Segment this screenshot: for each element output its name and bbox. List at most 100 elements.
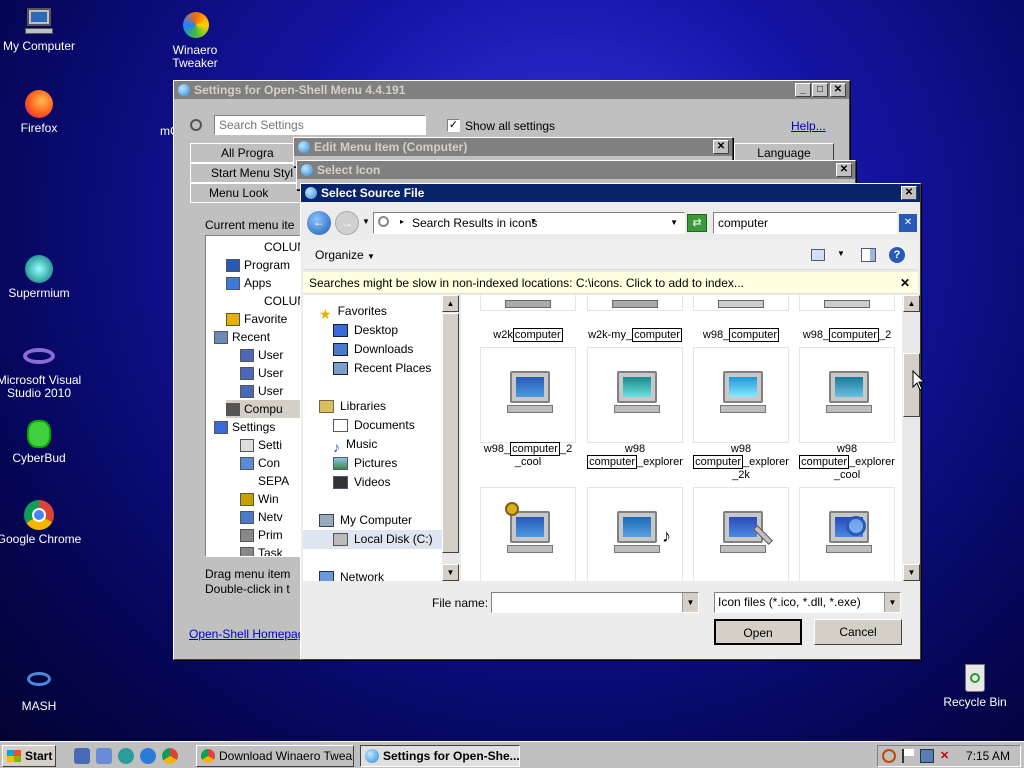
- close-button[interactable]: ✕: [836, 163, 852, 177]
- nav-favorites[interactable]: ★ Favorites: [319, 302, 387, 322]
- tree-item[interactable]: Task: [240, 544, 283, 556]
- nav-pictures[interactable]: Pictures: [333, 454, 397, 473]
- show-desktop-icon[interactable]: [74, 748, 90, 764]
- settings-title-bar[interactable]: Settings for Open-Shell Menu 4.4.191 _ □…: [174, 81, 849, 99]
- nav-documents[interactable]: Documents: [333, 416, 415, 435]
- scroll-down-icon[interactable]: ▼: [442, 564, 459, 581]
- info-close-icon[interactable]: ✕: [900, 272, 910, 294]
- desktop-icon-cyberbud[interactable]: CyberBud: [0, 418, 84, 465]
- network-tray-icon[interactable]: [920, 749, 934, 763]
- desktop-icon-recycle-bin[interactable]: Recycle Bin: [930, 662, 1020, 709]
- scroll-thumb[interactable]: [442, 313, 459, 553]
- desktop-icon-supermium[interactable]: Supermium: [0, 253, 84, 300]
- view-dropdown-icon[interactable]: ▼: [837, 249, 845, 258]
- open-button[interactable]: Open: [714, 619, 802, 645]
- nav-music[interactable]: ♪ Music: [333, 435, 377, 455]
- show-all-checkbox[interactable]: ✓: [447, 119, 460, 132]
- tree-item[interactable]: Program: [226, 256, 290, 274]
- tree-item[interactable]: Compu: [226, 400, 304, 418]
- scroll-up-icon[interactable]: ▲: [442, 295, 459, 312]
- nav-local-disk[interactable]: Local Disk (C:): [303, 530, 443, 549]
- info-bar[interactable]: Searches might be slow in non-indexed lo…: [303, 272, 918, 294]
- clear-search-icon[interactable]: ✕: [899, 214, 917, 232]
- tree-item[interactable]: Prim: [240, 526, 283, 544]
- breadcrumb[interactable]: Search Results in icons: [412, 216, 537, 230]
- view-icon[interactable]: [811, 249, 825, 261]
- tree-item[interactable]: Favorite: [226, 310, 287, 328]
- nav-downloads[interactable]: Downloads: [333, 340, 413, 359]
- nav-my-computer[interactable]: My Computer: [319, 511, 412, 530]
- navigation-pane[interactable]: ★ Favorites Desktop Downloads Recent Plac…: [303, 295, 459, 581]
- address-bar[interactable]: ▸ Search Results in icons ▼ ▼: [373, 212, 685, 234]
- nav-libraries[interactable]: Libraries: [319, 397, 386, 416]
- close-button[interactable]: ✕: [830, 83, 846, 97]
- close-button[interactable]: ✕: [901, 186, 917, 200]
- breadcrumb-dropdown-icon[interactable]: ▼: [530, 218, 537, 225]
- back-button[interactable]: ←: [307, 211, 331, 235]
- tree-item[interactable]: Settings: [214, 418, 275, 436]
- tab-start-menu-style[interactable]: Start Menu Styl: [190, 163, 310, 183]
- flag-tray-icon[interactable]: [902, 749, 914, 763]
- file-name-input[interactable]: ▼: [491, 592, 699, 613]
- tree-item[interactable]: SEPA: [240, 472, 289, 490]
- nav-videos[interactable]: Videos: [333, 473, 390, 492]
- file-tile[interactable]: [693, 347, 789, 443]
- organize-button[interactable]: Organize ▼: [315, 248, 375, 262]
- nav-network[interactable]: Network: [319, 568, 384, 581]
- tab-menu-look[interactable]: Menu Look: [190, 183, 310, 203]
- file-tile[interactable]: [480, 295, 576, 311]
- tree-item[interactable]: Con: [240, 454, 280, 472]
- start-button[interactable]: Start: [2, 745, 56, 767]
- tree-item[interactable]: COLUM: [246, 292, 304, 310]
- desktop-icon-mash[interactable]: MASH: [0, 666, 84, 713]
- taskbar-item-winaero[interactable]: Download Winaero Twea...: [196, 745, 354, 767]
- tree-item[interactable]: Apps: [226, 274, 271, 292]
- explorer-icon[interactable]: [96, 748, 112, 764]
- file-type-select[interactable]: Icon files (*.ico, *.dll, *.exe) ▼: [714, 592, 901, 613]
- search-settings-input[interactable]: [214, 115, 426, 135]
- chrome-quicklaunch-icon[interactable]: [162, 748, 178, 764]
- desktop-icon-visual-studio[interactable]: Microsoft Visual Studio 2010: [0, 340, 84, 400]
- nav-recent[interactable]: Recent Places: [333, 359, 431, 378]
- file-tile[interactable]: [799, 295, 895, 311]
- tree-item[interactable]: User: [240, 346, 283, 364]
- taskbar-item-settings[interactable]: Settings for Open-She...: [360, 745, 520, 767]
- file-name-dropdown-icon[interactable]: ▼: [682, 593, 698, 612]
- clock[interactable]: 7:15 AM: [966, 749, 1010, 763]
- file-tile[interactable]: [799, 487, 895, 581]
- help-icon[interactable]: ?: [889, 247, 905, 263]
- homepage-link[interactable]: Open-Shell Homepag: [189, 627, 304, 641]
- desktop-icon-my-computer[interactable]: My Computer: [0, 6, 84, 53]
- tree-item[interactable]: User: [240, 382, 283, 400]
- maximize-button[interactable]: □: [812, 83, 828, 97]
- tab-all-programs[interactable]: All Progra: [190, 143, 310, 163]
- edit-title-bar[interactable]: Edit Menu Item (Computer) ✕: [294, 138, 732, 156]
- ie-icon[interactable]: [140, 748, 156, 764]
- source-title-bar[interactable]: Select Source File ✕: [301, 184, 920, 202]
- help-link[interactable]: Help...: [791, 119, 826, 133]
- desktop-icon-chrome[interactable]: Google Chrome: [0, 499, 84, 546]
- file-tile[interactable]: ♪: [587, 487, 683, 581]
- forward-button[interactable]: →: [335, 211, 359, 235]
- file-tile[interactable]: [799, 347, 895, 443]
- search-box[interactable]: [713, 212, 897, 234]
- close-button[interactable]: ✕: [713, 140, 729, 154]
- supermium-quicklaunch-icon[interactable]: [118, 748, 134, 764]
- scroll-down-icon[interactable]: ▼: [903, 564, 920, 581]
- desktop-icon-winaero[interactable]: Winaero Tweaker: [150, 10, 240, 70]
- file-tile[interactable]: [587, 295, 683, 311]
- menu-tree[interactable]: COLUM Program Apps COLUM Favorite Recent User U…: [205, 235, 305, 557]
- file-tile[interactable]: [693, 487, 789, 581]
- refresh-icon[interactable]: ⇄: [687, 214, 707, 232]
- address-dropdown-icon[interactable]: ▼: [670, 218, 678, 227]
- search-tray-icon[interactable]: [882, 749, 896, 763]
- tree-item[interactable]: Win: [240, 490, 279, 508]
- tree-item[interactable]: Setti: [240, 436, 282, 454]
- desktop-icon-firefox[interactable]: Firefox: [0, 88, 84, 135]
- preview-pane-icon[interactable]: [861, 248, 876, 262]
- file-tile[interactable]: [693, 295, 789, 311]
- file-tile[interactable]: [480, 487, 576, 581]
- cancel-button[interactable]: Cancel: [814, 619, 902, 645]
- nav-scrollbar[interactable]: ▲ ▼: [442, 295, 459, 581]
- file-tile[interactable]: [587, 347, 683, 443]
